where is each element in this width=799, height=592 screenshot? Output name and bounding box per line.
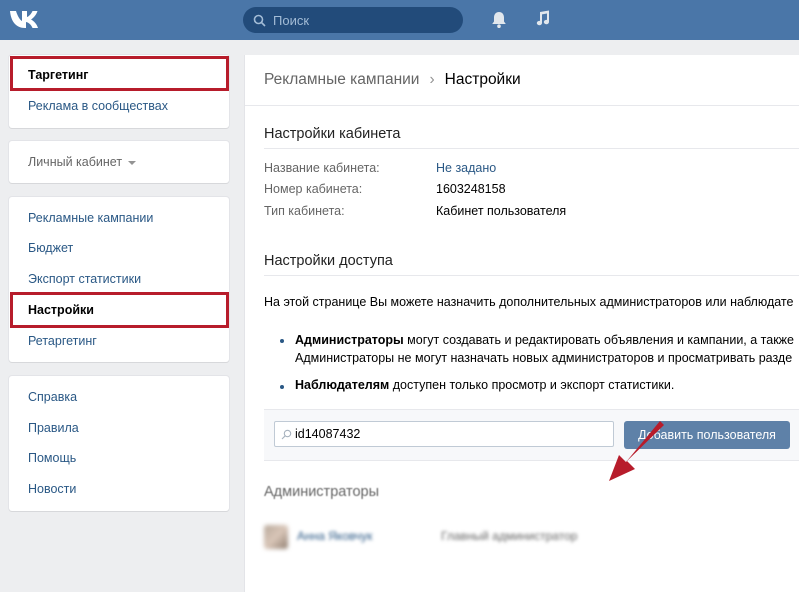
divider <box>264 148 799 149</box>
bullet-dot <box>280 339 284 343</box>
cabinet-name-label: Название кабинета: <box>264 161 380 175</box>
admins-description-line2: Администраторы не могут назначать новых … <box>295 351 793 365</box>
sidebar-group-ads: Рекламные кампании Бюджет Экспорт статис… <box>9 197 229 362</box>
vk-logo[interactable] <box>9 8 43 30</box>
sidebar-group-help: Справка Правила Помощь Новости <box>9 376 229 511</box>
user-id-input[interactable] <box>274 421 614 447</box>
sidebar-item-retargeting[interactable]: Ретаргетинг <box>28 334 97 348</box>
admins-description: Администраторы могут создавать и редакти… <box>295 333 794 347</box>
search-box[interactable]: Поиск <box>243 7 463 33</box>
music-icon[interactable] <box>533 9 553 29</box>
add-user-panel: Добавить пользователя <box>264 409 799 461</box>
sidebar-item-community-ads[interactable]: Реклама в сообществах <box>28 99 168 113</box>
chevron-down-icon <box>128 160 137 165</box>
top-bar: Поиск <box>0 0 799 40</box>
access-settings-title: Настройки доступа <box>264 253 393 269</box>
sidebar-item-campaigns[interactable]: Рекламные кампании <box>28 211 153 225</box>
highlight-box-settings <box>10 292 229 328</box>
observers-text: доступен только просмотр и экспорт стати… <box>389 378 675 392</box>
breadcrumb-parent[interactable]: Рекламные кампании <box>264 71 419 88</box>
cabinet-number-label: Номер кабинета: <box>264 182 363 196</box>
access-intro-text: На этой странице Вы можете назначить доп… <box>264 295 794 309</box>
bell-icon[interactable] <box>489 10 509 30</box>
sidebar-item-news[interactable]: Новости <box>28 482 76 496</box>
bullet-dot <box>280 385 284 389</box>
divider <box>245 105 799 106</box>
observers-description: Наблюдателям доступен только просмотр и … <box>295 378 674 392</box>
avatar <box>264 525 288 549</box>
search-icon <box>281 429 292 439</box>
user-id-field[interactable] <box>295 427 595 441</box>
cabinet-type-label: Тип кабинета: <box>264 204 345 218</box>
cabinet-name-value[interactable]: Не задано <box>436 161 496 175</box>
observers-bold: Наблюдателям <box>295 378 390 392</box>
breadcrumb: Рекламные кампании › Настройки <box>264 71 521 89</box>
sidebar-item-export-stats[interactable]: Экспорт статистики <box>28 272 141 286</box>
divider <box>264 275 799 276</box>
red-arrow-annotation <box>609 421 664 481</box>
highlight-box-targeting <box>10 56 229 91</box>
admins-title: Администраторы <box>264 484 380 500</box>
main-panel: Рекламные кампании › Настройки Настройки к… <box>244 55 799 592</box>
search-icon <box>253 14 266 27</box>
sidebar-item-support[interactable]: Помощь <box>28 451 76 465</box>
admin-role: Главный администратор <box>441 529 578 543</box>
admins-text: могут создавать и редактировать объявлен… <box>403 333 794 347</box>
cabinet-settings-title: Настройки кабинета <box>264 126 401 142</box>
sidebar-item-rules[interactable]: Правила <box>28 421 79 435</box>
cabinet-number-value: 1603248158 <box>436 182 506 196</box>
sidebar-item-budget[interactable]: Бюджет <box>28 241 73 255</box>
breadcrumb-current: Настройки <box>444 71 521 88</box>
breadcrumb-separator-icon: › <box>429 71 435 88</box>
admins-bold: Администраторы <box>295 333 404 347</box>
search-placeholder: Поиск <box>273 12 310 28</box>
admin-name[interactable]: Анна Яковчук <box>297 529 372 543</box>
sidebar-group-cabinet: Личный кабинет <box>9 141 229 183</box>
cabinet-type-value: Кабинет пользователя <box>436 204 567 218</box>
sidebar-item-help[interactable]: Справка <box>28 390 77 404</box>
cabinet-dropdown-label: Личный кабинет <box>28 155 123 169</box>
cabinet-dropdown[interactable]: Личный кабинет <box>28 155 137 169</box>
